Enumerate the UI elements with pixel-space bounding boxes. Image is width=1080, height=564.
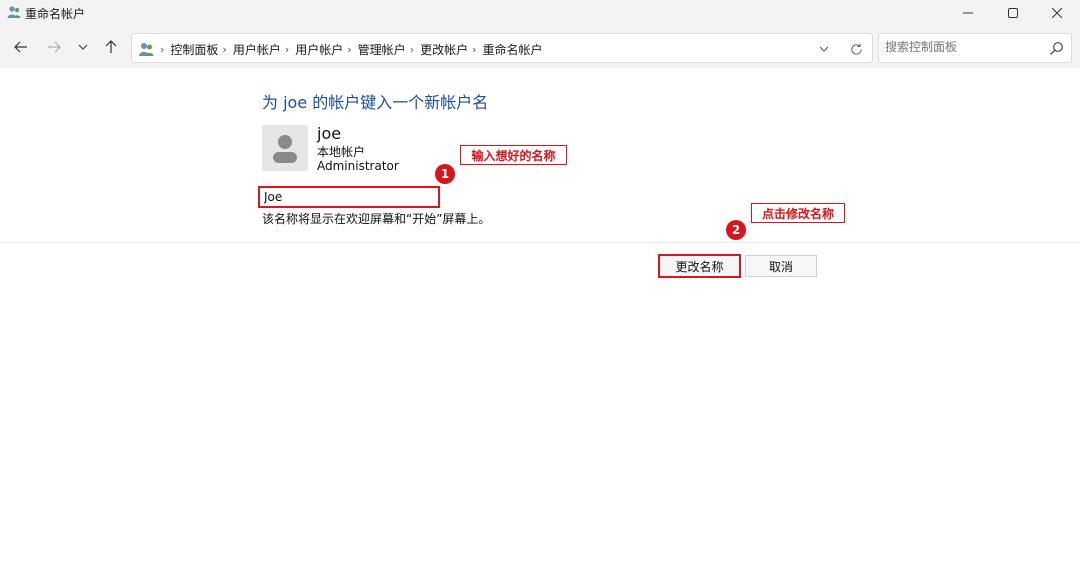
chevron-right-icon[interactable]: ›: [222, 43, 226, 56]
title-bar: 重命名帐户: [0, 0, 1080, 26]
minimize-icon: [963, 12, 973, 14]
chevron-right-icon: ›: [160, 43, 165, 56]
breadcrumb-user-accounts-1[interactable]: 用户帐户: [233, 41, 281, 58]
cancel-button[interactable]: 取消: [745, 255, 817, 277]
avatar: [262, 125, 308, 171]
chevron-down-icon: [78, 44, 88, 50]
chevron-right-icon[interactable]: ›: [472, 43, 476, 56]
forward-button[interactable]: [45, 38, 63, 56]
maximize-icon: [1008, 8, 1018, 18]
breadcrumb-change-account[interactable]: 更改帐户: [420, 41, 468, 58]
chevron-right-icon[interactable]: ›: [285, 43, 289, 56]
back-button[interactable]: [12, 38, 30, 56]
change-name-button[interactable]: 更改名称: [658, 254, 741, 278]
breadcrumb-user-accounts-2[interactable]: 用户帐户: [295, 41, 343, 58]
divider: [0, 242, 1080, 243]
chevron-down-icon: [819, 46, 829, 52]
chevron-right-icon[interactable]: ›: [410, 43, 414, 56]
recent-locations-button[interactable]: [74, 38, 92, 56]
address-history-button[interactable]: [816, 41, 832, 57]
maximize-button[interactable]: [990, 0, 1036, 26]
breadcrumb-control-panel[interactable]: 控制面板: [170, 41, 218, 58]
breadcrumb: › 控制面板 › 用户帐户 › 用户帐户 › 管理帐户 › 更改帐户 › 重命名…: [160, 41, 543, 58]
arrow-right-icon: [48, 41, 61, 53]
address-bar[interactable]: › 控制面板 › 用户帐户 › 用户帐户 › 管理帐户 › 更改帐户 › 重命名…: [131, 33, 873, 63]
step-2-badge: 2: [726, 220, 746, 240]
refresh-button[interactable]: [848, 41, 864, 57]
search-box[interactable]: [878, 33, 1072, 63]
breadcrumb-manage-accounts[interactable]: 管理帐户: [358, 41, 406, 58]
user-accounts-icon: [7, 6, 21, 18]
arrow-up-icon: [105, 40, 117, 53]
page-heading: 为 joe 的帐户键入一个新帐户名: [262, 93, 489, 112]
user-silhouette-icon: [273, 135, 297, 163]
chevron-right-icon[interactable]: ›: [347, 43, 351, 56]
name-hint-text: 该名称将显示在欢迎屏幕和“开始”屏幕上。: [262, 212, 491, 226]
search-input[interactable]: [885, 40, 1045, 54]
step-1-note: 输入想好的名称: [460, 145, 567, 165]
close-button[interactable]: [1034, 0, 1080, 26]
breadcrumb-rename-account[interactable]: 重命名帐户: [483, 41, 543, 58]
window-title: 重命名帐户: [25, 7, 86, 21]
refresh-icon: [850, 43, 862, 55]
new-account-name-input[interactable]: [258, 186, 440, 208]
step-1-badge: 1: [435, 164, 455, 184]
account-name: joe: [317, 124, 342, 143]
account-role: Administrator: [317, 159, 399, 173]
navigation-bar: › 控制面板 › 用户帐户 › 用户帐户 › 管理帐户 › 更改帐户 › 重命名…: [0, 26, 1080, 68]
user-accounts-icon: [139, 43, 154, 56]
account-type: 本地帐户: [317, 145, 366, 159]
up-button[interactable]: [102, 38, 120, 56]
search-icon[interactable]: [1049, 41, 1064, 56]
arrow-left-icon: [14, 41, 27, 53]
minimize-button[interactable]: [945, 0, 991, 26]
step-2-note: 点击修改名称: [751, 203, 845, 223]
close-icon: [1052, 8, 1062, 18]
